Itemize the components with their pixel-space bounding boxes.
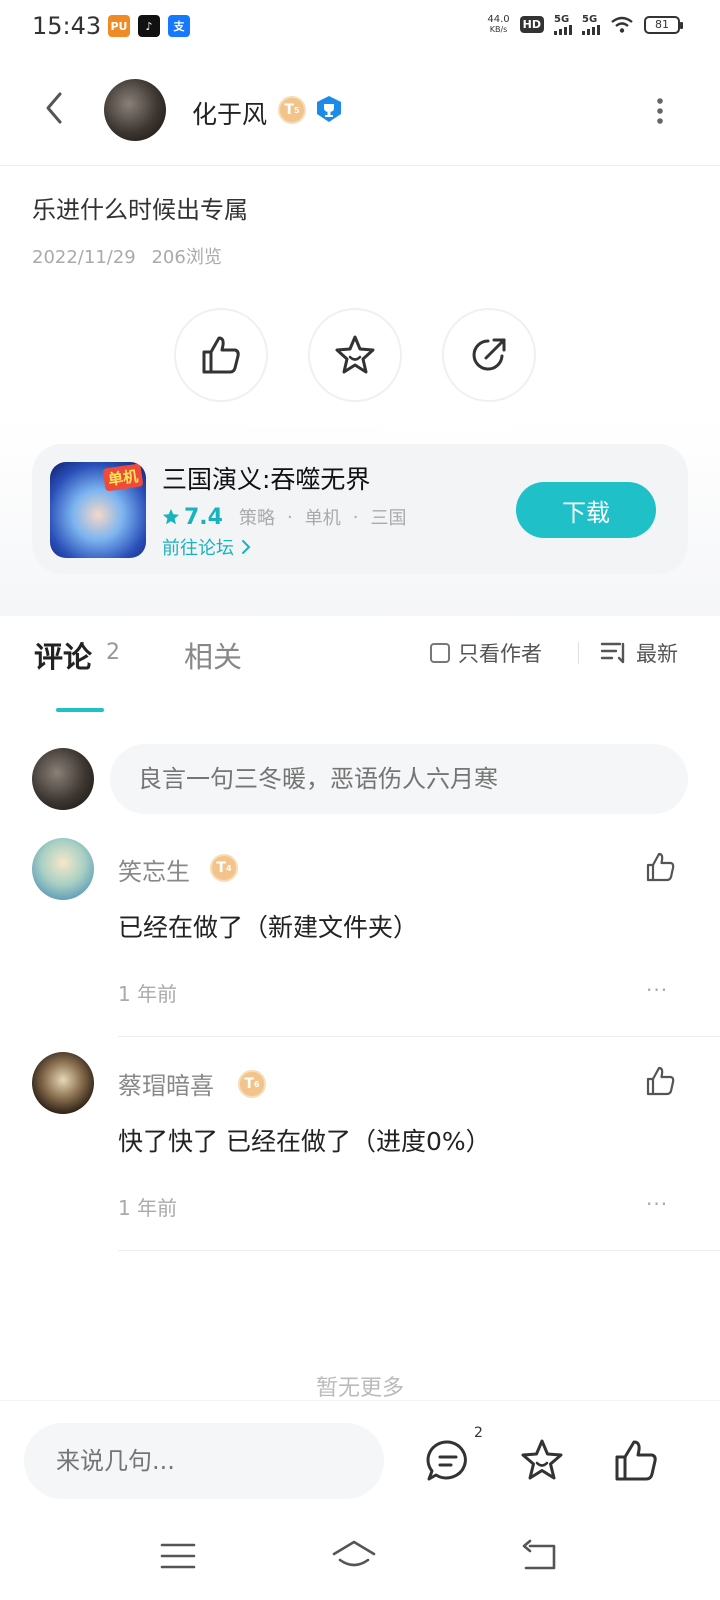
- post-title: 乐进什么时候出专属: [32, 196, 248, 224]
- sim2-label: 5G: [582, 14, 598, 25]
- say-something-input[interactable]: [24, 1423, 384, 1499]
- net-speed: 44.0 KB/s: [487, 13, 510, 35]
- sort-icon: [600, 642, 625, 664]
- commenter-avatar[interactable]: [32, 838, 94, 900]
- comment-tabs: 评论 2 相关 只看作者 最新: [0, 616, 720, 716]
- battery-icon: 81: [644, 15, 683, 34]
- author-level-badge: T5: [278, 96, 306, 124]
- post-date: 2022/11/29: [32, 247, 136, 268]
- comment-more-icon[interactable]: ···: [646, 1192, 668, 1216]
- only-author-label: 只看作者: [458, 642, 542, 666]
- thumbs-up-icon[interactable]: [612, 1437, 660, 1485]
- home-icon[interactable]: [330, 1536, 378, 1576]
- pu-app-icon: PU: [108, 15, 130, 37]
- chevron-right-icon: [242, 540, 251, 554]
- back-arrow-icon[interactable]: [36, 88, 76, 128]
- wifi-icon: [611, 16, 633, 33]
- no-more-text: 暂无更多: [315, 1376, 404, 1400]
- forum-link[interactable]: 前往论坛: [162, 534, 252, 560]
- comment-like-icon[interactable]: [644, 850, 678, 884]
- battery-level: 81: [655, 18, 669, 31]
- net-speed-value: 44.0: [487, 13, 510, 25]
- trophy-shield-icon: [317, 96, 341, 122]
- signal-sim1-icon: 5G: [554, 14, 572, 35]
- comment-bubble-icon[interactable]: [424, 1437, 472, 1485]
- active-tab-indicator: [56, 708, 104, 712]
- only-author-toggle[interactable]: 只看作者: [430, 638, 542, 668]
- net-speed-unit: KB/s: [489, 24, 508, 34]
- share-icon: [472, 338, 506, 371]
- filter-divider: [578, 642, 579, 664]
- signal-sim2-icon: 5G: [582, 14, 600, 35]
- comment-text: 快了快了 已经在做了（进度0%）: [118, 1127, 491, 1156]
- favorite-star-icon[interactable]: [518, 1437, 566, 1485]
- back-nav-icon[interactable]: [518, 1536, 562, 1576]
- tab-related[interactable]: 相关: [184, 634, 242, 676]
- comment-more-icon[interactable]: ···: [646, 978, 668, 1002]
- commenter-level-number: 6: [253, 1079, 260, 1089]
- system-nav-bar: [0, 1510, 720, 1600]
- commenter-level-badge: T6: [238, 1070, 266, 1098]
- game-card[interactable]: 单机 三国演义:吞噬无界 7.4 策略 · 单机 · 三国 前往论坛 下载: [32, 444, 688, 574]
- alipay-icon: 支: [168, 15, 190, 37]
- game-score: 7.4: [184, 504, 223, 530]
- comment-count-badge: 2: [474, 1425, 483, 1441]
- favorite-post-button[interactable]: [308, 308, 402, 402]
- author-level-number: 5: [293, 105, 300, 115]
- commenter-level-letter: T: [216, 860, 226, 876]
- share-post-button[interactable]: [442, 308, 536, 402]
- status-app-icons: PU ♪ 支: [108, 15, 190, 37]
- author-level-letter: T: [284, 102, 294, 118]
- tag-separator: ·: [352, 506, 359, 528]
- status-time: 15:43: [32, 12, 102, 40]
- hd-icon: HD: [519, 16, 544, 33]
- post-views: 206浏览: [151, 247, 222, 268]
- forum-link-label: 前往论坛: [162, 538, 234, 559]
- author-avatar[interactable]: [104, 79, 166, 141]
- comment-time: 1 年前: [118, 1196, 178, 1220]
- star-icon: [335, 335, 375, 374]
- tab-comments-count: 2: [106, 640, 120, 665]
- game-icon[interactable]: 单机: [50, 462, 146, 558]
- comment-input[interactable]: [110, 744, 688, 814]
- status-indicators: 44.0 KB/s HD 5G 5G 81: [487, 13, 683, 35]
- menu-icon[interactable]: [156, 1536, 200, 1576]
- status-bar: 15:43 PU ♪ 支 44.0 KB/s HD 5G 5G 81: [0, 0, 720, 56]
- commenter-name[interactable]: 笑忘生: [118, 852, 190, 887]
- comment-like-icon[interactable]: [644, 1064, 678, 1098]
- like-post-button[interactable]: [174, 308, 268, 402]
- download-button[interactable]: 下载: [516, 482, 656, 538]
- comment-text: 已经在做了（新建文件夹）: [118, 913, 419, 942]
- more-vertical-icon[interactable]: [648, 96, 672, 126]
- thumbs-up-icon: [202, 336, 240, 374]
- tiktok-icon: ♪: [138, 15, 160, 37]
- rating-star-icon: [163, 509, 179, 525]
- sim1-label: 5G: [554, 14, 570, 25]
- commenter-level-badge: T4: [210, 854, 238, 882]
- post-meta: 2022/11/29 206浏览: [32, 243, 222, 269]
- sort-button[interactable]: 最新: [600, 638, 678, 668]
- tag-separator: ·: [286, 506, 293, 528]
- only-author-checkbox[interactable]: [430, 643, 450, 663]
- commenter-level-number: 4: [225, 863, 232, 873]
- tab-comments[interactable]: 评论: [34, 634, 92, 676]
- commenter-name[interactable]: 蔡瑁暗喜: [118, 1066, 214, 1101]
- commenter-level-letter: T: [244, 1076, 254, 1092]
- post-header: 化于风 T5: [0, 70, 720, 166]
- game-name[interactable]: 三国演义:吞噬无界: [162, 460, 370, 496]
- bottom-action-bar: 2: [0, 1400, 720, 1510]
- game-meta: 7.4 策略 · 单机 · 三国: [162, 504, 406, 530]
- comment-divider: [118, 1250, 720, 1251]
- comment-divider: [118, 1036, 720, 1037]
- my-avatar: [32, 748, 94, 810]
- comment-time: 1 年前: [118, 982, 178, 1006]
- game-tag-2: 单机: [304, 508, 341, 529]
- sort-label: 最新: [636, 642, 678, 666]
- author-name[interactable]: 化于风: [192, 95, 267, 131]
- game-icon-tag: 单机: [102, 463, 144, 492]
- game-tag-1: 策略: [238, 508, 275, 529]
- commenter-avatar[interactable]: [32, 1052, 94, 1114]
- game-tag-3: 三国: [370, 508, 407, 529]
